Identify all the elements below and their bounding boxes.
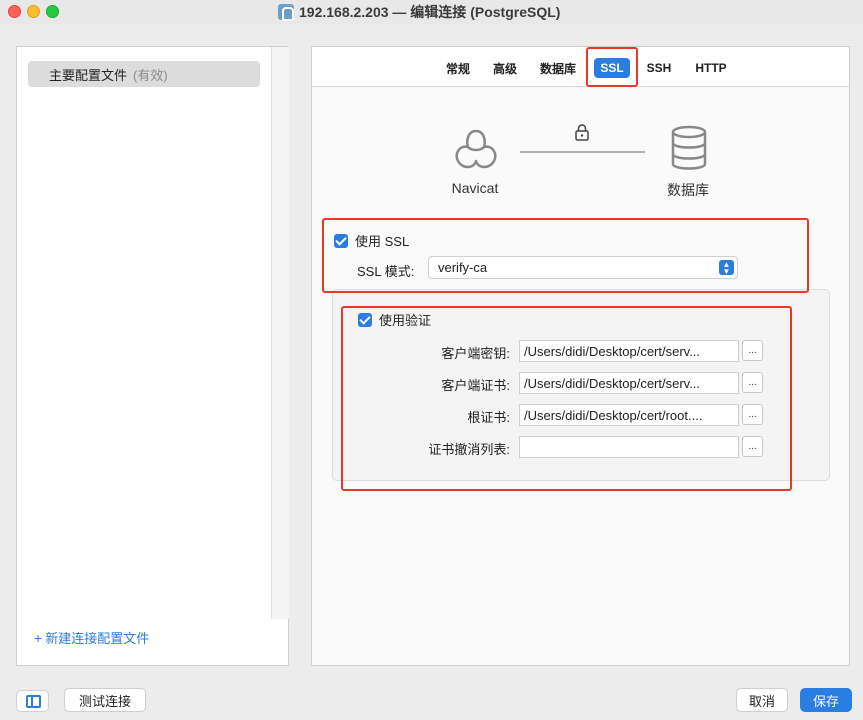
server-label: 数据库 [667, 182, 709, 198]
highlight-ssl-settings [322, 218, 809, 293]
highlight-ssl-tab [586, 47, 638, 87]
tab-bar: 常规 高级 数据库 SSL SSH HTTP [312, 47, 849, 87]
profile-item-main[interactable]: 主要配置文件 (有效) [28, 61, 260, 87]
title-bar: 192.168.2.203 — 编辑连接 (PostgreSQL) [0, 0, 863, 24]
tab-general[interactable]: 常规 [441, 58, 475, 78]
sidebar-icon [26, 695, 41, 708]
postgresql-icon [278, 4, 294, 21]
tab-advanced[interactable]: 高级 [488, 58, 522, 78]
plus-icon: + [34, 629, 43, 646]
add-profile-link[interactable]: + 新建连接配置文件 [34, 628, 149, 647]
connection-line [520, 151, 645, 153]
database-icon [671, 125, 707, 170]
tab-http[interactable]: HTTP [690, 58, 732, 78]
navicat-logo-icon [455, 129, 497, 169]
profile-label: 主要配置文件 [49, 67, 128, 83]
minimize-window-icon[interactable] [27, 5, 40, 18]
sidebar-scrollbar[interactable] [271, 47, 289, 619]
highlight-auth-settings [341, 306, 792, 491]
lock-icon [575, 124, 589, 141]
sidebar-toggle-button[interactable] [16, 690, 49, 712]
cancel-button[interactable]: 取消 [736, 688, 788, 712]
tab-ssh[interactable]: SSH [641, 58, 677, 78]
close-window-icon[interactable] [8, 5, 21, 18]
client-label: Navicat [451, 180, 499, 196]
add-profile-label: 新建连接配置文件 [45, 631, 150, 646]
window-title: 192.168.2.203 — 编辑连接 (PostgreSQL) [299, 4, 561, 20]
tab-database[interactable]: 数据库 [536, 58, 580, 78]
test-connection-button[interactable]: 测试连接 [64, 688, 146, 712]
window-title-group: 192.168.2.203 — 编辑连接 (PostgreSQL) [278, 2, 560, 22]
profile-sidebar: 主要配置文件 (有效) + 新建连接配置文件 [16, 46, 289, 666]
profile-status: (有效) [133, 67, 168, 83]
zoom-window-icon[interactable] [46, 5, 59, 18]
save-button[interactable]: 保存 [800, 688, 852, 712]
